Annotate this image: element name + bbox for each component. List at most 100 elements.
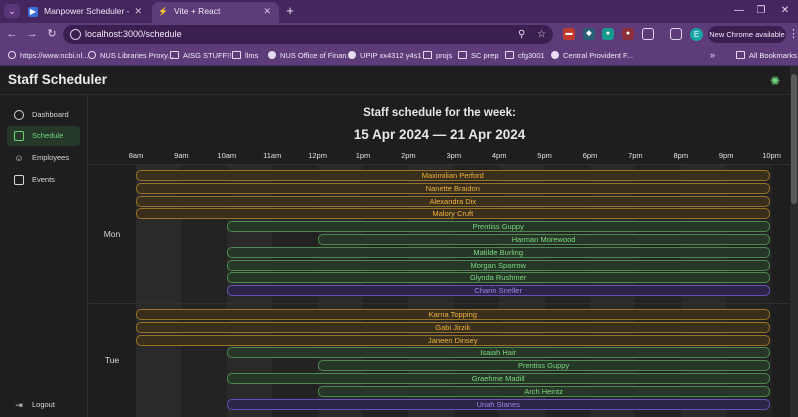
shift-bar[interactable]: Gabi Jirzik: [136, 321, 770, 333]
extension-icon[interactable]: ▬: [563, 28, 575, 40]
bookmark-item[interactable]: llms: [232, 46, 258, 65]
menu-icon[interactable]: ⋮: [788, 26, 798, 43]
vite-icon: ⚡: [158, 7, 168, 16]
extension-icon[interactable]: ●: [602, 28, 614, 40]
close-window-icon[interactable]: ✕: [778, 3, 792, 19]
calendar-icon: [14, 131, 24, 141]
shift-bar[interactable]: Nanette Braidon: [136, 182, 770, 194]
sidebar-item-label: Schedule: [32, 131, 64, 140]
shift-bar[interactable]: Morgan Sparrow: [226, 259, 770, 271]
folder-icon: [232, 51, 241, 59]
restore-icon[interactable]: ❐: [754, 3, 768, 19]
day-separator: [89, 164, 790, 165]
star-icon[interactable]: ☆: [537, 25, 546, 44]
bookmark-item[interactable]: projs: [423, 46, 452, 65]
day-label: Tue: [104, 355, 120, 366]
shift-bar[interactable]: Karna Topping: [136, 309, 770, 320]
shift-bar[interactable]: Isaiah Hair: [226, 347, 770, 359]
site-info-icon[interactable]: [70, 29, 81, 40]
sidebar-item-events[interactable]: Events: [7, 170, 80, 190]
folder-icon: [458, 51, 467, 59]
reload-icon[interactable]: ↻: [44, 26, 60, 43]
sidebar-item-schedule[interactable]: Schedule: [7, 126, 80, 146]
chevron-right-icon[interactable]: »: [710, 46, 715, 65]
globe-icon: [88, 51, 96, 59]
shift-bar[interactable]: Matilde Burling: [226, 246, 770, 258]
profile-avatar[interactable]: E: [690, 28, 703, 41]
bookmark-item[interactable]: NUS Office of Finan...: [268, 46, 353, 65]
folder-icon: [505, 51, 514, 59]
cpf-icon: [551, 51, 559, 59]
forward-icon[interactable]: →: [24, 26, 40, 43]
address-bar[interactable]: localhost:3000/schedule ⚲ ☆: [63, 25, 553, 44]
extensions-puzzle-icon[interactable]: [642, 28, 654, 40]
hour-label: 3pm: [446, 151, 462, 160]
minimize-icon[interactable]: —: [732, 3, 746, 19]
extension-icon[interactable]: ◆: [583, 28, 595, 40]
shift-bar[interactable]: Alexandra Dix: [136, 195, 770, 207]
shift-bar[interactable]: Glynda Rushmer: [226, 272, 770, 284]
folder-icon: [423, 51, 432, 59]
hour-label: 10pm: [762, 151, 781, 160]
bookmark-item[interactable]: SC prep: [458, 46, 499, 65]
app-header: Staff Scheduler ✺: [0, 66, 790, 95]
logout-label: Logout: [32, 400, 55, 409]
sidebar-item-employees[interactable]: ☺ Employees: [7, 148, 80, 168]
hour-label: 7pm: [628, 151, 643, 160]
folder-icon: [736, 51, 745, 59]
close-icon[interactable]: ✕: [263, 2, 271, 21]
shift-bar[interactable]: Charin Sneller: [226, 285, 770, 297]
hour-label: 10am: [217, 151, 237, 160]
logout-button[interactable]: ⇥ Logout: [7, 398, 80, 412]
bookmark-item[interactable]: cfg3001: [505, 46, 545, 65]
shift-bar[interactable]: Maximilian Perford: [136, 170, 770, 181]
side-panel-icon[interactable]: [670, 28, 682, 40]
tab-search-icon[interactable]: ⌄: [4, 4, 20, 18]
scrollbar-thumb[interactable]: [791, 74, 797, 204]
event-icon: [14, 175, 24, 185]
chrome-update-button[interactable]: New Chrome available: [708, 26, 786, 43]
sidebar-item-dashboard[interactable]: Dashboard: [7, 105, 80, 125]
hour-label: 2pm: [401, 151, 416, 160]
logout-icon: ⇥: [15, 400, 23, 410]
url-text[interactable]: localhost:3000/schedule: [85, 25, 182, 44]
search-icon[interactable]: ⚲: [518, 25, 525, 44]
users-icon: ☺: [14, 153, 24, 163]
nus-icon: [268, 51, 276, 59]
shift-bar[interactable]: Malory Cruft: [136, 208, 770, 220]
tab-manpower-video[interactable]: ▶ Manpower Scheduler - Video ✕: [22, 2, 150, 35]
all-bookmarks[interactable]: All Bookmarks: [736, 46, 797, 65]
scrollbar[interactable]: [790, 66, 798, 417]
shift-bar[interactable]: Arch Heintz: [317, 385, 770, 397]
shift-bar[interactable]: Graehme Madill: [226, 373, 770, 384]
back-icon[interactable]: ←: [4, 26, 20, 43]
bookmark-item[interactable]: https://www.ncbi.nl...: [8, 46, 88, 65]
sun-icon[interactable]: ✺: [768, 74, 782, 88]
extension-icon[interactable]: ●: [622, 28, 634, 40]
youtube-icon: ▶: [28, 7, 38, 17]
shift-bar[interactable]: Prentiss Guppy: [226, 221, 770, 233]
sidebar-item-label: Dashboard: [32, 110, 69, 119]
new-tab-button[interactable]: +: [283, 3, 297, 19]
hour-label: 8pm: [673, 151, 689, 160]
bookmark-item[interactable]: NUS Libraries Proxy...: [88, 46, 174, 65]
shift-bar[interactable]: Prentiss Guppy: [317, 360, 770, 372]
globe-icon: [8, 51, 16, 59]
close-icon[interactable]: ✕: [134, 2, 142, 21]
hour-label: 8am: [128, 151, 144, 160]
browser-toolbar: ← → ↻ localhost:3000/schedule ⚲ ☆ ▬ ◆ ● …: [0, 23, 798, 46]
bookmark-item[interactable]: AISG STUFF!!: [170, 46, 231, 65]
gauge-icon: [14, 110, 24, 120]
bookmark-item[interactable]: UPIP xx4312 y4s1: [348, 46, 422, 65]
schedule-date-range: 15 Apr 2024 — 21 Apr 2024: [353, 127, 526, 142]
shift-bar[interactable]: Harman Morewood: [317, 234, 770, 245]
shift-bar[interactable]: Uriah Stanes: [226, 398, 770, 410]
tab-vite-react[interactable]: ⚡ Vite + React ✕: [152, 2, 279, 23]
sidebar-item-label: Employees: [32, 153, 70, 162]
hour-label: 4pm: [491, 151, 507, 160]
hour-label: 5pm: [537, 151, 552, 160]
day-separator: [89, 303, 790, 304]
bookmark-item[interactable]: Central Provident F...: [551, 46, 633, 65]
shift-bar[interactable]: Janeen Dinsey: [136, 334, 770, 346]
tab-title: Vite + React: [174, 6, 221, 16]
